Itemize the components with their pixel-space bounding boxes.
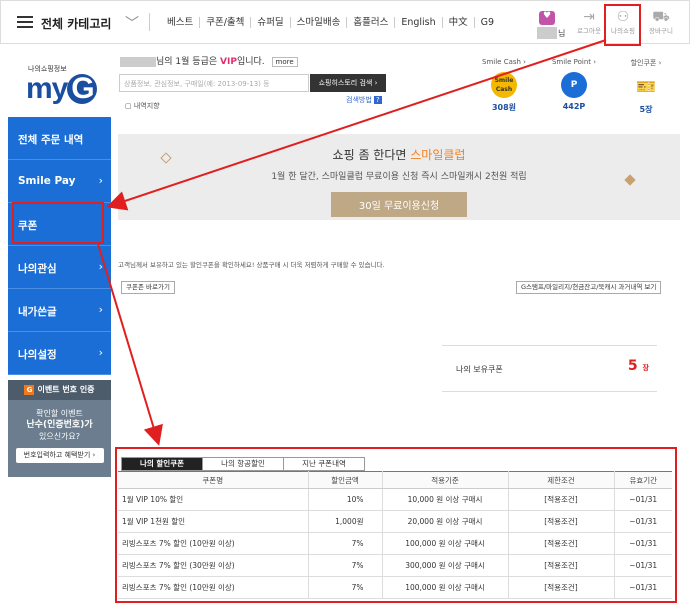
annotation-arrows [97, 39, 607, 446]
arrow-to-list [97, 243, 163, 446]
arrow-to-coupon [106, 39, 607, 211]
